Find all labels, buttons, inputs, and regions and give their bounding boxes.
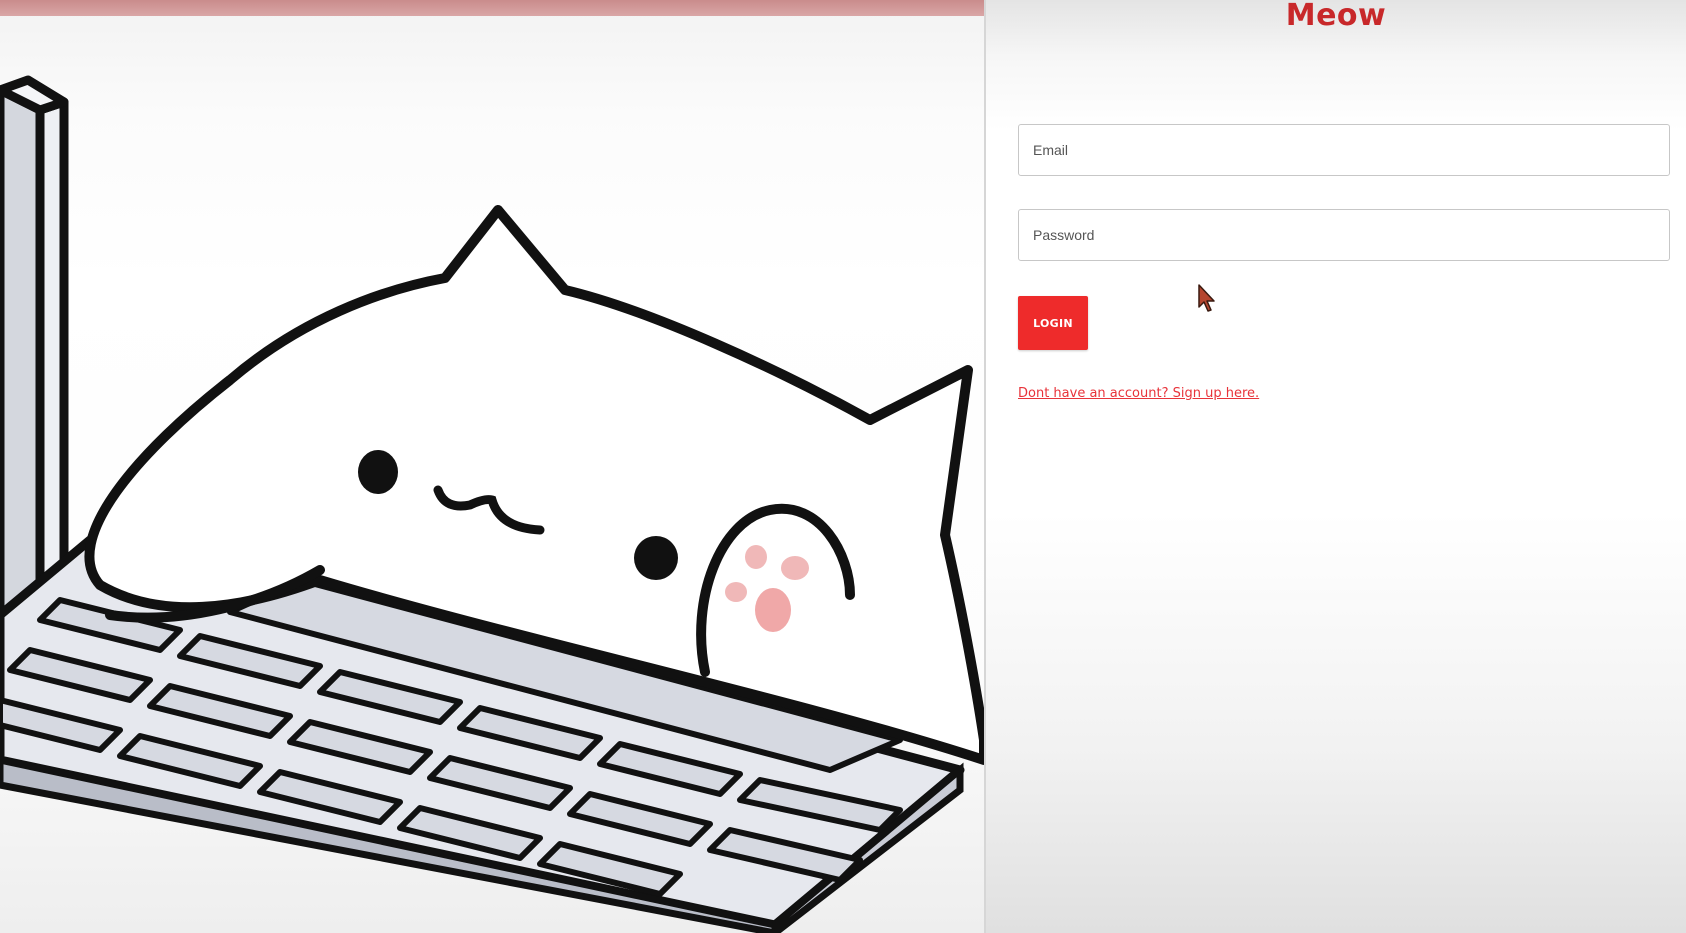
login-panel: Meow LOGIN Dont have an account? Sign up… [986, 0, 1686, 933]
brand-title: Meow [1285, 0, 1387, 33]
email-field[interactable] [1018, 124, 1670, 176]
login-button[interactable]: LOGIN [1018, 296, 1088, 350]
cat-typing-illustration [0, 75, 984, 933]
password-field[interactable] [1018, 209, 1670, 261]
signup-link[interactable]: Dont have an account? Sign up here. [1018, 386, 1259, 401]
login-page: Meow LOGIN Dont have an account? Sign up… [0, 0, 1686, 933]
hero-illustration-panel [0, 0, 984, 933]
mouse-pointer-icon [1198, 284, 1215, 312]
